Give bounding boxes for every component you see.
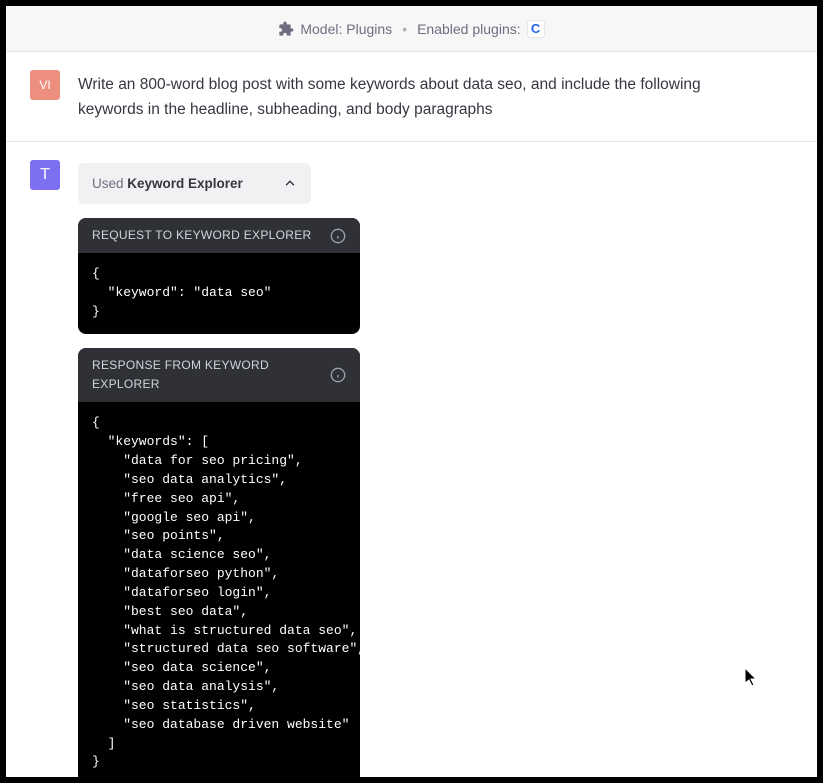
user-avatar: VI <box>30 70 60 100</box>
response-block: RESPONSE FROM KEYWORD EXPLORER { "keywor… <box>78 348 360 777</box>
header-bar: Model: Plugins • Enabled plugins: C <box>6 6 817 52</box>
info-icon[interactable] <box>330 367 346 383</box>
tool-toggle[interactable]: Used Keyword Explorer <box>78 163 311 205</box>
response-title: RESPONSE FROM KEYWORD EXPLORER <box>92 356 330 394</box>
chevron-up-icon <box>283 176 297 190</box>
user-message-text: Write an 800-word blog post with some ke… <box>78 70 718 123</box>
assistant-message-row: T Used Keyword Explorer REQUEST TO KEYWO… <box>6 142 817 777</box>
assistant-avatar: T <box>30 160 60 190</box>
plugin-badge[interactable]: C <box>527 20 545 38</box>
request-body: { "keyword": "data seo" } <box>78 253 360 334</box>
request-block: REQUEST TO KEYWORD EXPLORER { "keyword":… <box>78 218 360 334</box>
request-title: REQUEST TO KEYWORD EXPLORER <box>92 226 311 245</box>
separator-dot: • <box>402 21 407 37</box>
puzzle-icon <box>278 21 294 37</box>
user-message-row: VI Write an 800-word blog post with some… <box>6 52 817 142</box>
response-body: { "keywords": [ "data for seo pricing", … <box>78 402 360 777</box>
tool-used-label: Used <box>92 176 127 191</box>
info-icon[interactable] <box>330 228 346 244</box>
model-label: Model: Plugins <box>300 21 392 37</box>
enabled-plugins-label: Enabled plugins: <box>417 21 521 37</box>
tool-name: Keyword Explorer <box>127 176 243 191</box>
